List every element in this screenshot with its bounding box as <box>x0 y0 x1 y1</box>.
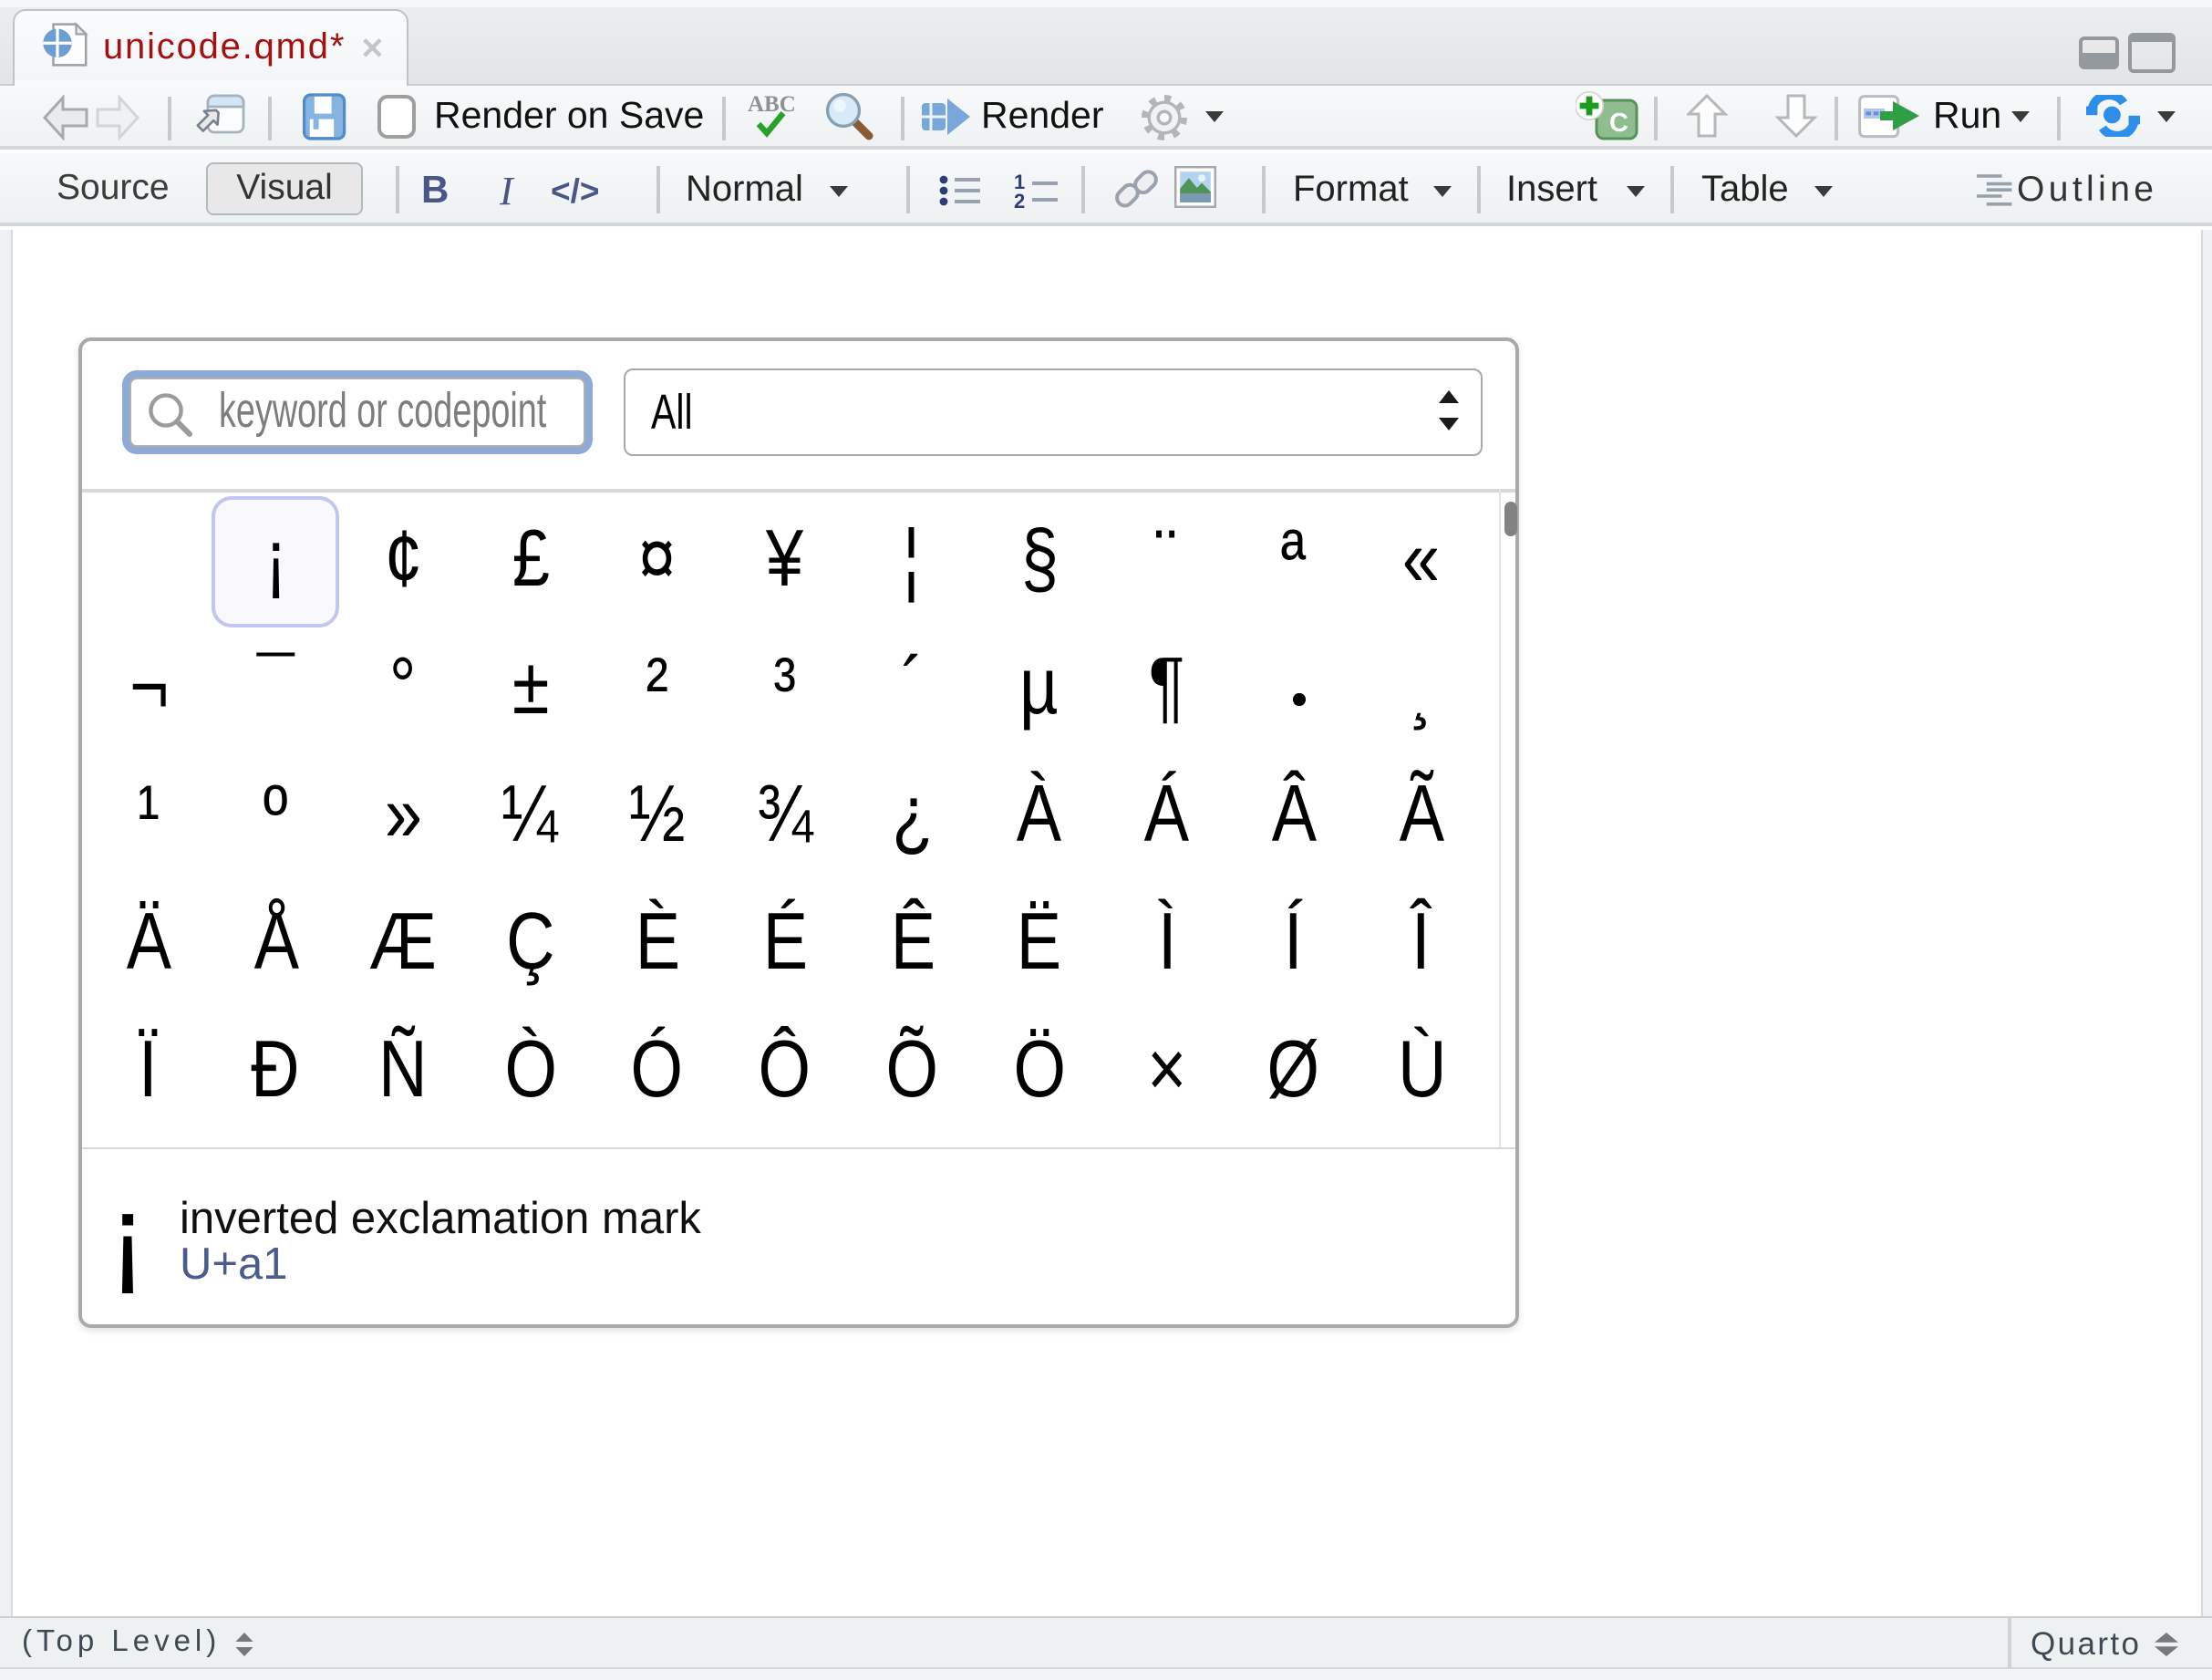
svg-text:C: C <box>1609 108 1628 137</box>
svg-text:2: 2 <box>1014 190 1025 210</box>
svg-text:ABC: ABC <box>748 91 796 116</box>
